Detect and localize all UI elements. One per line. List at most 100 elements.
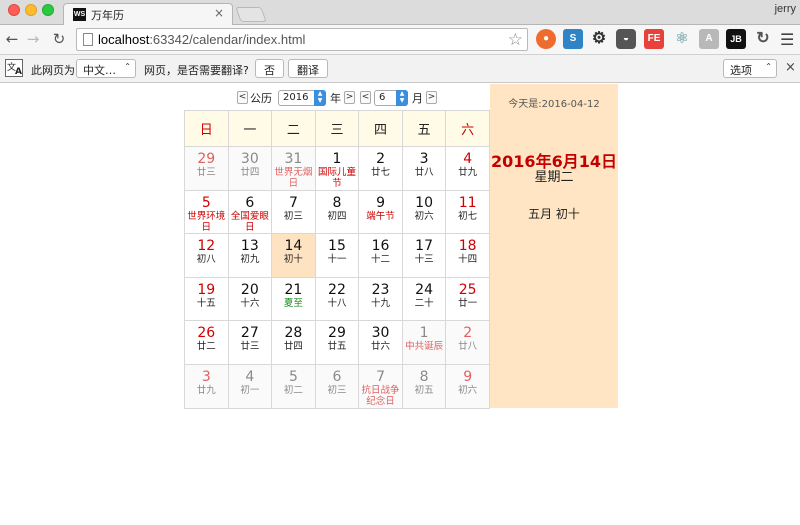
calendar-day-cell[interactable]: 15 十一 <box>314 233 360 278</box>
source-language-select[interactable]: 中文… ⌃ <box>76 59 136 78</box>
zoom-window-button[interactable] <box>42 4 54 16</box>
day-number: 9 <box>463 368 473 385</box>
tab-calendar[interactable]: WS 万年历 × <box>63 3 233 26</box>
day-number: 6 <box>332 368 342 385</box>
calendar-day-cell[interactable]: 18 十四 <box>445 233 490 278</box>
day-number: 29 <box>328 325 346 342</box>
date-detail-panel: 今天是:2016-04-12 2016年6月14日 星期二 五月 初十 <box>490 84 618 408</box>
year-select[interactable]: 2016 ▲ ▼ <box>278 90 326 106</box>
day-number: 18 <box>458 238 477 255</box>
s-ext-icon[interactable]: S <box>563 29 583 49</box>
month-select[interactable]: 6 ▲ ▼ <box>374 90 408 106</box>
calendar-day-cell[interactable]: 2 廿八 <box>445 320 490 365</box>
prev-year-button[interactable]: < <box>237 91 248 104</box>
reload-icon[interactable]: ↻ <box>50 30 68 48</box>
calendar-day-cell[interactable]: 5 初二 <box>271 363 316 409</box>
day-number: 1 <box>419 325 429 342</box>
lunar-day: 廿五 <box>327 341 347 353</box>
calendar-day-cell[interactable]: 26 廿二 <box>184 320 229 365</box>
url-text[interactable]: localhost:63342/calendar/index.html <box>98 32 305 47</box>
calendar-day-cell[interactable]: 13 初九 <box>227 233 273 278</box>
calendar-day-cell[interactable]: 27 廿三 <box>227 320 273 365</box>
translate-button[interactable]: 翻译 <box>288 59 328 78</box>
translate-bar: 文 A 此网页为 中文… ⌃ 网页，是否需要翻译? 否 翻译 选项 ⌃ × <box>0 54 800 83</box>
minimize-window-button[interactable] <box>25 4 37 16</box>
calendar-day-cell[interactable]: 3 廿九 <box>184 363 229 409</box>
ublock-icon[interactable]: ● <box>536 29 556 49</box>
calendar-day-cell[interactable]: 11 初七 <box>445 189 490 235</box>
calendar-day-cell[interactable]: 4 廿九 <box>445 146 490 191</box>
day-number: 15 <box>328 238 346 255</box>
calendar-day-cell[interactable]: 2 廿七 <box>358 146 403 191</box>
options-select[interactable]: 选项 ⌃ <box>723 59 777 78</box>
calendar-day-cell[interactable]: 23 十九 <box>358 276 403 322</box>
close-window-button[interactable] <box>8 4 20 16</box>
calendar-day-cell[interactable]: 29 廿三 <box>184 146 229 191</box>
calendar-day-cell[interactable]: 12 初八 <box>184 233 229 278</box>
gear-icon[interactable]: ⚙ <box>589 29 609 49</box>
lunar-day: 抗日战争纪念日 <box>361 384 400 407</box>
lunar-day: 初四 <box>327 210 347 222</box>
calendar-day-cell[interactable]: 6 全国爱眼日 <box>227 189 273 235</box>
next-month-button[interactable]: > <box>426 91 437 104</box>
day-number: 3 <box>419 151 429 167</box>
gongli-label: 公历 <box>250 92 272 105</box>
calendar-day-cell[interactable]: 10 初六 <box>401 189 447 235</box>
calendar-day-cell[interactable]: 8 初五 <box>401 363 447 409</box>
calendar-day-cell[interactable]: 30 廿四 <box>227 146 273 191</box>
fe-icon[interactable]: FE <box>644 29 664 49</box>
calendar-day-cell[interactable]: 31 世界无烟日 <box>271 146 316 191</box>
lunar-day: 国际儿童节 <box>317 167 356 189</box>
calendar-day-cell[interactable]: 19 十五 <box>184 276 229 322</box>
calendar-grid: 日一二三四五六 29 廿三 30 廿四 31 世界无烟日 1 国际儿童节 2 廿七 3 廿八 4 廿九 5 世… <box>184 110 490 409</box>
calendar-day-cell[interactable]: 14 初十 <box>271 233 316 278</box>
calendar-day-cell[interactable]: 17 十三 <box>401 233 447 278</box>
calendar-day-cell[interactable]: 29 廿五 <box>314 320 360 365</box>
calendar-day-cell[interactable]: 5 世界环境日 <box>184 189 229 235</box>
translate-close-icon[interactable]: × <box>785 60 796 75</box>
calendar-day-cell[interactable]: 8 初四 <box>314 189 360 235</box>
pocket-icon[interactable]: ◒ <box>616 29 636 49</box>
calendar-day-cell[interactable]: 21 夏至 <box>271 276 316 322</box>
bookmark-star-icon[interactable]: ☆ <box>508 30 523 50</box>
lunar-day: 初八 <box>196 254 216 266</box>
menu-icon[interactable]: ☰ <box>780 30 796 49</box>
forward-arrow-icon[interactable]: → <box>24 30 42 48</box>
no-translate-button[interactable]: 否 <box>255 59 284 78</box>
angular-icon[interactable]: A <box>699 29 719 49</box>
react-icon[interactable]: ⚛ <box>672 29 692 49</box>
profile-name[interactable]: jerry <box>775 3 796 15</box>
lunar-day: 廿七 <box>371 167 391 178</box>
calendar-day-cell[interactable]: 9 端午节 <box>358 189 403 235</box>
calendar-day-cell[interactable]: 24 二十 <box>401 276 447 322</box>
tab-close-icon[interactable]: × <box>214 6 224 20</box>
address-bar[interactable]: localhost:63342/calendar/index.html ☆ <box>76 28 528 51</box>
calendar-day-cell[interactable]: 7 初三 <box>271 189 316 235</box>
weekday-header: 一 <box>227 110 273 147</box>
calendar-day-cell[interactable]: 4 初一 <box>227 363 273 409</box>
calendar-day-cell[interactable]: 3 廿八 <box>401 146 447 191</box>
jb-icon[interactable]: JB <box>726 29 746 49</box>
tab-strip: WS 万年历 × jerry <box>0 0 800 26</box>
prev-month-button[interactable]: < <box>360 91 371 104</box>
new-tab-button[interactable] <box>235 7 267 22</box>
calendar-week-row: 19 十五 20 十六 21 夏至 22 十八 23 十九 24 二十 25 廿一 <box>184 276 490 322</box>
calendar-day-cell[interactable]: 28 廿四 <box>271 320 316 365</box>
day-number: 2 <box>463 325 473 342</box>
weekday-header: 日 <box>184 110 229 147</box>
calendar-day-cell[interactable]: 30 廿六 <box>358 320 403 365</box>
calendar-day-cell[interactable]: 16 十二 <box>358 233 403 278</box>
calendar-day-cell[interactable]: 25 廿一 <box>445 276 490 322</box>
sync-icon[interactable]: ↻ <box>753 29 773 49</box>
calendar-day-cell[interactable]: 9 初六 <box>445 363 490 409</box>
calendar-day-cell[interactable]: 1 中共诞辰 <box>401 320 447 365</box>
calendar-day-cell[interactable]: 7 抗日战争纪念日 <box>358 363 403 409</box>
next-year-button[interactable]: > <box>344 91 355 104</box>
day-number: 4 <box>245 368 255 385</box>
day-number: 7 <box>376 368 385 385</box>
calendar-day-cell[interactable]: 6 初三 <box>314 363 360 409</box>
calendar-day-cell[interactable]: 22 十八 <box>314 276 360 322</box>
back-arrow-icon[interactable]: ← <box>3 30 21 48</box>
calendar-day-cell[interactable]: 20 十六 <box>227 276 273 322</box>
calendar-day-cell[interactable]: 1 国际儿童节 <box>314 146 360 191</box>
